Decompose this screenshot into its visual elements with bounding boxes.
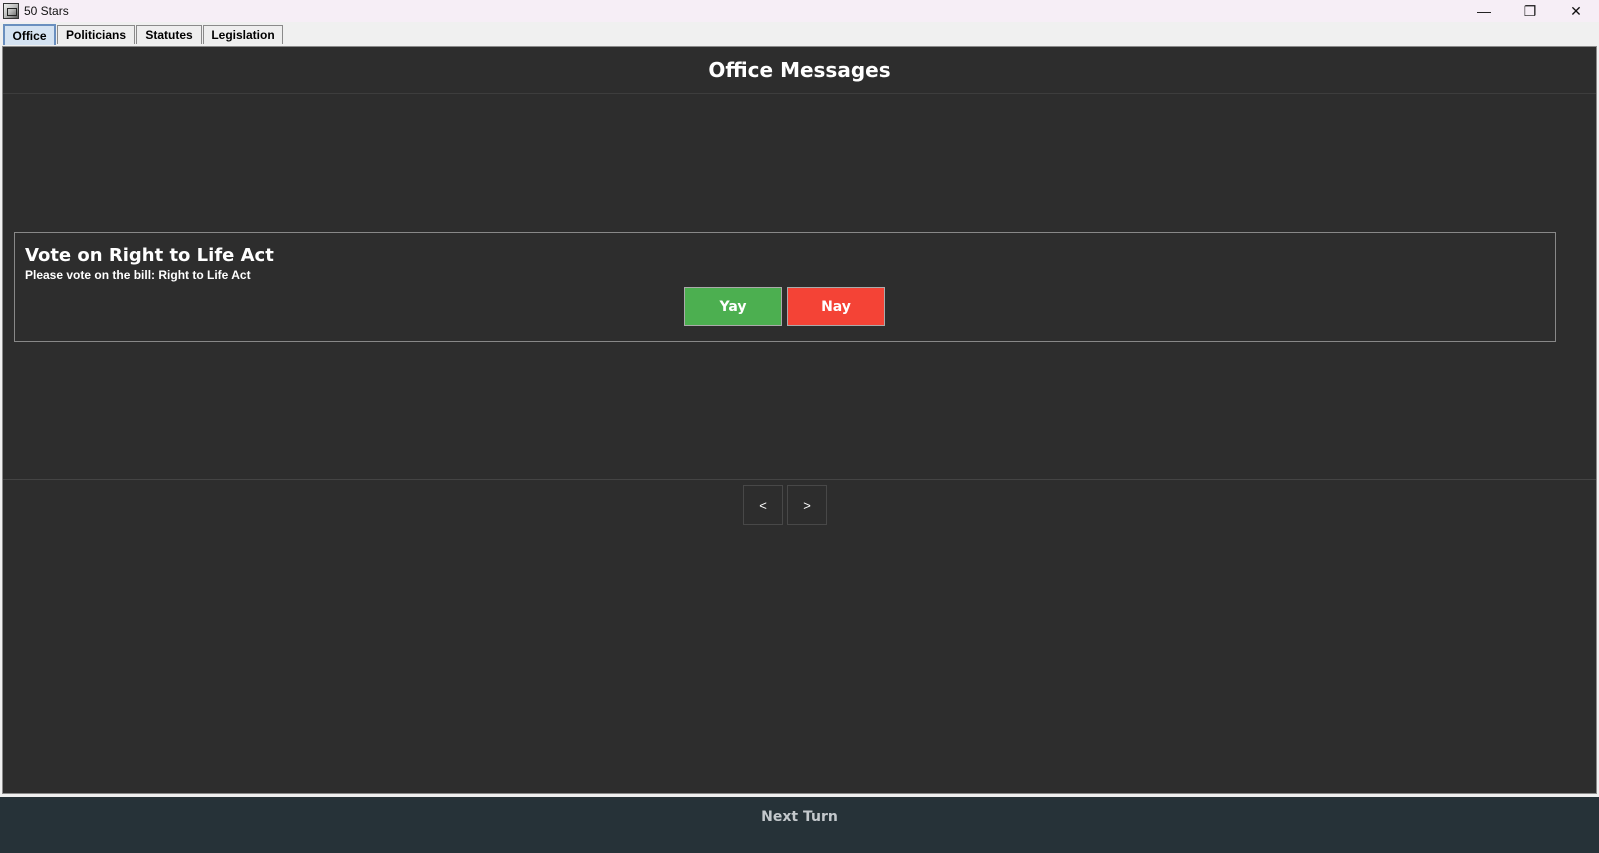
tab-politicians[interactable]: Politicians — [57, 25, 135, 44]
message-body: Please vote on the bill: Right to Life A… — [25, 268, 251, 282]
tab-strip: Office Politicians Statutes Legislation — [0, 22, 1599, 46]
message-title: Vote on Right to Life Act — [25, 245, 274, 266]
minimize-button[interactable]: — — [1461, 0, 1507, 22]
nay-button[interactable]: Nay — [787, 287, 885, 326]
divider — [3, 479, 1596, 480]
window-controls: — ❐ ✕ — [1461, 0, 1599, 22]
tab-office[interactable]: Office — [3, 24, 56, 45]
page-title: Office Messages — [3, 47, 1596, 94]
next-message-button[interactable]: > — [787, 485, 827, 525]
office-panel: Office Messages Vote on Right to Life Ac… — [2, 46, 1597, 794]
message-card: Vote on Right to Life Act Please vote on… — [14, 232, 1556, 342]
yay-button[interactable]: Yay — [684, 287, 782, 326]
title-bar: 50 Stars — ❐ ✕ — [0, 0, 1599, 22]
close-button[interactable]: ✕ — [1553, 0, 1599, 22]
next-turn-bar[interactable]: Next Turn — [0, 797, 1599, 853]
next-turn-button[interactable]: Next Turn — [0, 797, 1599, 837]
app-icon — [3, 3, 19, 19]
window-title: 50 Stars — [24, 4, 69, 18]
tab-legislation[interactable]: Legislation — [203, 25, 283, 44]
previous-message-button[interactable]: < — [743, 485, 783, 525]
tab-statutes[interactable]: Statutes — [136, 25, 202, 44]
restore-button[interactable]: ❐ — [1507, 0, 1553, 22]
